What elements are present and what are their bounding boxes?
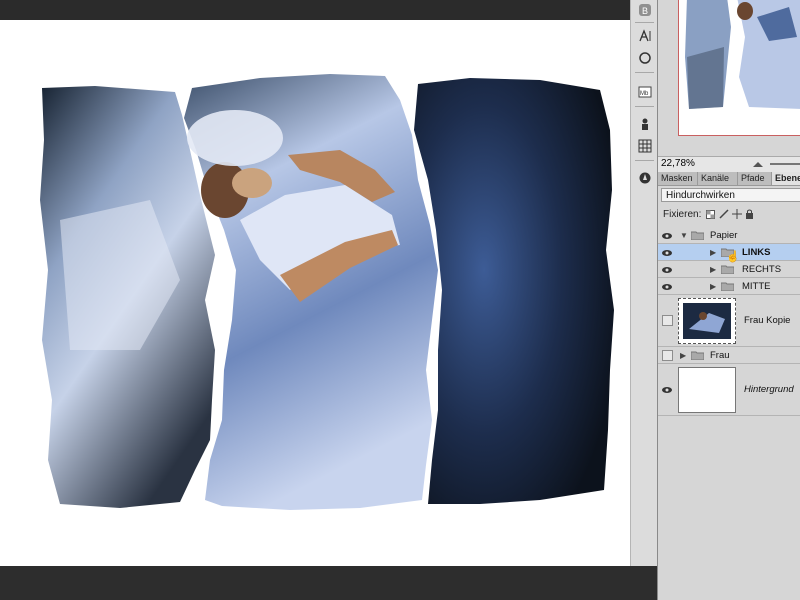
layer-hintergrund[interactable]: Hintergrund [658,364,800,416]
svg-text:Mb: Mb [640,91,649,97]
folder-icon [691,351,704,360]
collapse-arrow-icon[interactable]: ▶ [710,282,716,291]
canvas-bottom-bar [0,566,657,600]
layer-name: LINKS [742,247,771,258]
collapse-arrow-icon[interactable]: ▶ [680,351,686,360]
torn-photo-collage [40,74,614,510]
lock-position-icon[interactable] [732,209,742,222]
svg-text:B: B [642,6,648,16]
tab-kanaele[interactable]: Kanäle [698,172,738,185]
panel-toolstrip: B Mb [630,0,657,566]
visibility-eye-icon[interactable] [661,264,673,276]
photo-piece-right [414,78,614,504]
compass-icon[interactable] [634,168,655,188]
navigator-preview[interactable] [678,0,800,136]
canvas-area[interactable]: B Mb [0,0,657,600]
layer-links[interactable]: ▶ LINKS ☝ [658,244,800,263]
layer-name: MITTE [742,281,771,292]
layer-frau-kopie[interactable]: Frau Kopie [658,295,800,347]
toolstrip-divider [635,72,654,73]
toolstrip-divider [635,106,654,107]
minibridge-icon[interactable]: Mb [634,82,655,102]
tab-masken[interactable]: Masken [658,172,698,185]
panel-tabs: Masken Kanäle Pfade Ebenen [658,172,800,186]
layer-rechts[interactable]: ▶ RECHTS [658,261,800,278]
layer-name: Frau Kopie [744,315,791,326]
navigator-panel [658,0,800,155]
visibility-eye-icon[interactable] [661,281,673,293]
layers-panel-group: 22,78% Masken Kanäle Pfade Ebenen Hindur… [657,0,800,600]
document-canvas[interactable] [0,20,657,566]
woman-face [232,168,272,198]
lock-all-icon[interactable] [745,209,754,222]
styles-icon[interactable] [634,136,655,156]
zoom-slider[interactable] [770,163,800,165]
bridge-icon[interactable]: B [634,0,655,20]
lock-pixels-icon[interactable] [719,209,729,222]
canvas-top-bar [0,0,657,20]
lock-label: Fixieren: [663,209,702,220]
layers-list: ▼ Papier ▶ LINKS ☝ ▶ RECHTS ▶ MITTE Frau… [658,227,800,600]
lock-transparency-icon[interactable] [706,210,715,222]
expand-arrow-icon[interactable]: ▼ [680,231,688,240]
visibility-eye-icon[interactable] [661,230,673,242]
collapse-arrow-icon[interactable]: ▶ [710,248,716,257]
visibility-toggle-off[interactable] [662,350,673,361]
character-icon[interactable] [634,26,655,46]
layer-name: Papier [710,230,738,241]
collapse-arrow-icon[interactable]: ▶ [710,265,716,274]
toolstrip-divider [635,160,654,161]
paragraph-icon[interactable] [634,48,655,68]
tab-ebenen[interactable]: Ebenen [772,172,800,185]
navigator-thumbnail [685,0,800,109]
toolstrip-divider [635,22,654,23]
visibility-eye-icon[interactable] [661,247,673,259]
layer-thumbnail [678,367,736,413]
folder-icon [691,231,704,240]
clone-source-icon[interactable] [634,114,655,134]
blend-mode-select[interactable]: Hindurchwirken [661,188,800,202]
visibility-eye-icon[interactable] [661,384,673,396]
visibility-toggle-off[interactable] [662,315,673,326]
layer-name: RECHTS [742,264,782,275]
pillow [187,110,283,166]
layer-thumbnail [678,298,736,344]
tab-pfade[interactable]: Pfade [738,172,772,185]
zoom-out-icon[interactable] [752,159,764,172]
folder-icon [721,282,734,291]
zoom-row: 22,78% [658,156,800,173]
zoom-level-field[interactable]: 22,78% [661,158,695,169]
folder-icon [721,265,734,274]
layer-mitte[interactable]: ▶ MITTE [658,278,800,295]
layer-name: Frau [710,350,730,361]
layer-papier[interactable]: ▼ Papier [658,227,800,244]
layer-name: Hintergrund [744,384,794,395]
layer-frau[interactable]: ▶ Frau [658,347,800,364]
lock-row: Fixieren: [658,207,800,223]
